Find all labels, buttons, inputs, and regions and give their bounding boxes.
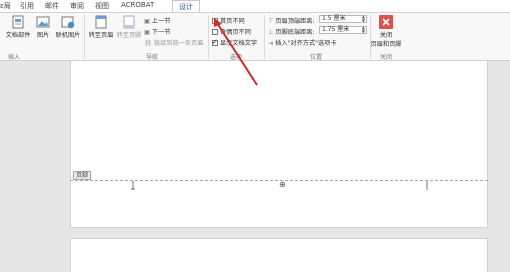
left-indent-marker-icon [131, 181, 135, 190]
footer-markers: ⊕ [131, 18, 428, 190]
annotation-arrow-line [216, 22, 258, 86]
cursor-marker-icon: ⊕ [279, 180, 286, 189]
